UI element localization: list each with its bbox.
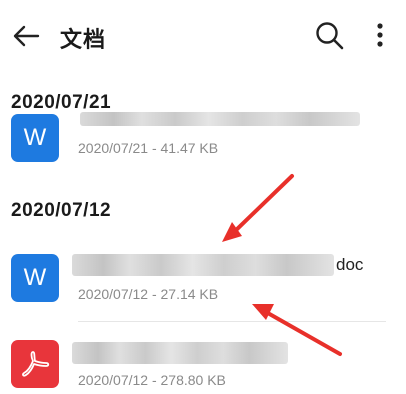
- search-button[interactable]: [312, 18, 348, 54]
- file-meta: 2020/07/21 - 41.47 KB: [78, 140, 219, 156]
- redacted-file-name: [80, 112, 360, 126]
- app-header: 文档: [0, 0, 406, 72]
- arrow-left-icon: [13, 25, 40, 47]
- word-icon-letter: W: [23, 264, 47, 291]
- list-divider: [78, 321, 386, 322]
- redacted-file-name: [72, 342, 288, 364]
- pdf-file-icon: [11, 340, 59, 388]
- redacted-file-name: [72, 254, 334, 276]
- file-name: doc: [336, 255, 364, 274]
- pdf-acrobat-icon: [22, 351, 50, 377]
- annotation-arrow-upper: [222, 174, 294, 242]
- file-list-item[interactable]: W 2020/07/21 - 41.47 KB: [0, 112, 406, 170]
- section-date-header: 2020/07/12: [11, 200, 112, 221]
- more-options-button[interactable]: [366, 18, 394, 54]
- file-meta: 2020/07/12 - 27.14 KB: [78, 286, 219, 302]
- file-list-item[interactable]: 2020/07/12 - 278.80 KB: [0, 336, 406, 394]
- file-list-item[interactable]: W doc 2020/07/12 - 27.14 KB: [0, 244, 406, 314]
- section-date-header: 2020/07/21: [11, 92, 112, 113]
- back-button[interactable]: [8, 18, 44, 54]
- word-icon-letter: W: [23, 124, 47, 151]
- word-file-icon: W: [11, 114, 59, 162]
- file-meta: 2020/07/12 - 278.80 KB: [78, 372, 226, 388]
- page-title: 文档: [60, 27, 107, 52]
- word-file-icon: W: [11, 254, 59, 302]
- more-vertical-icon: [377, 23, 383, 47]
- search-icon: [316, 22, 344, 50]
